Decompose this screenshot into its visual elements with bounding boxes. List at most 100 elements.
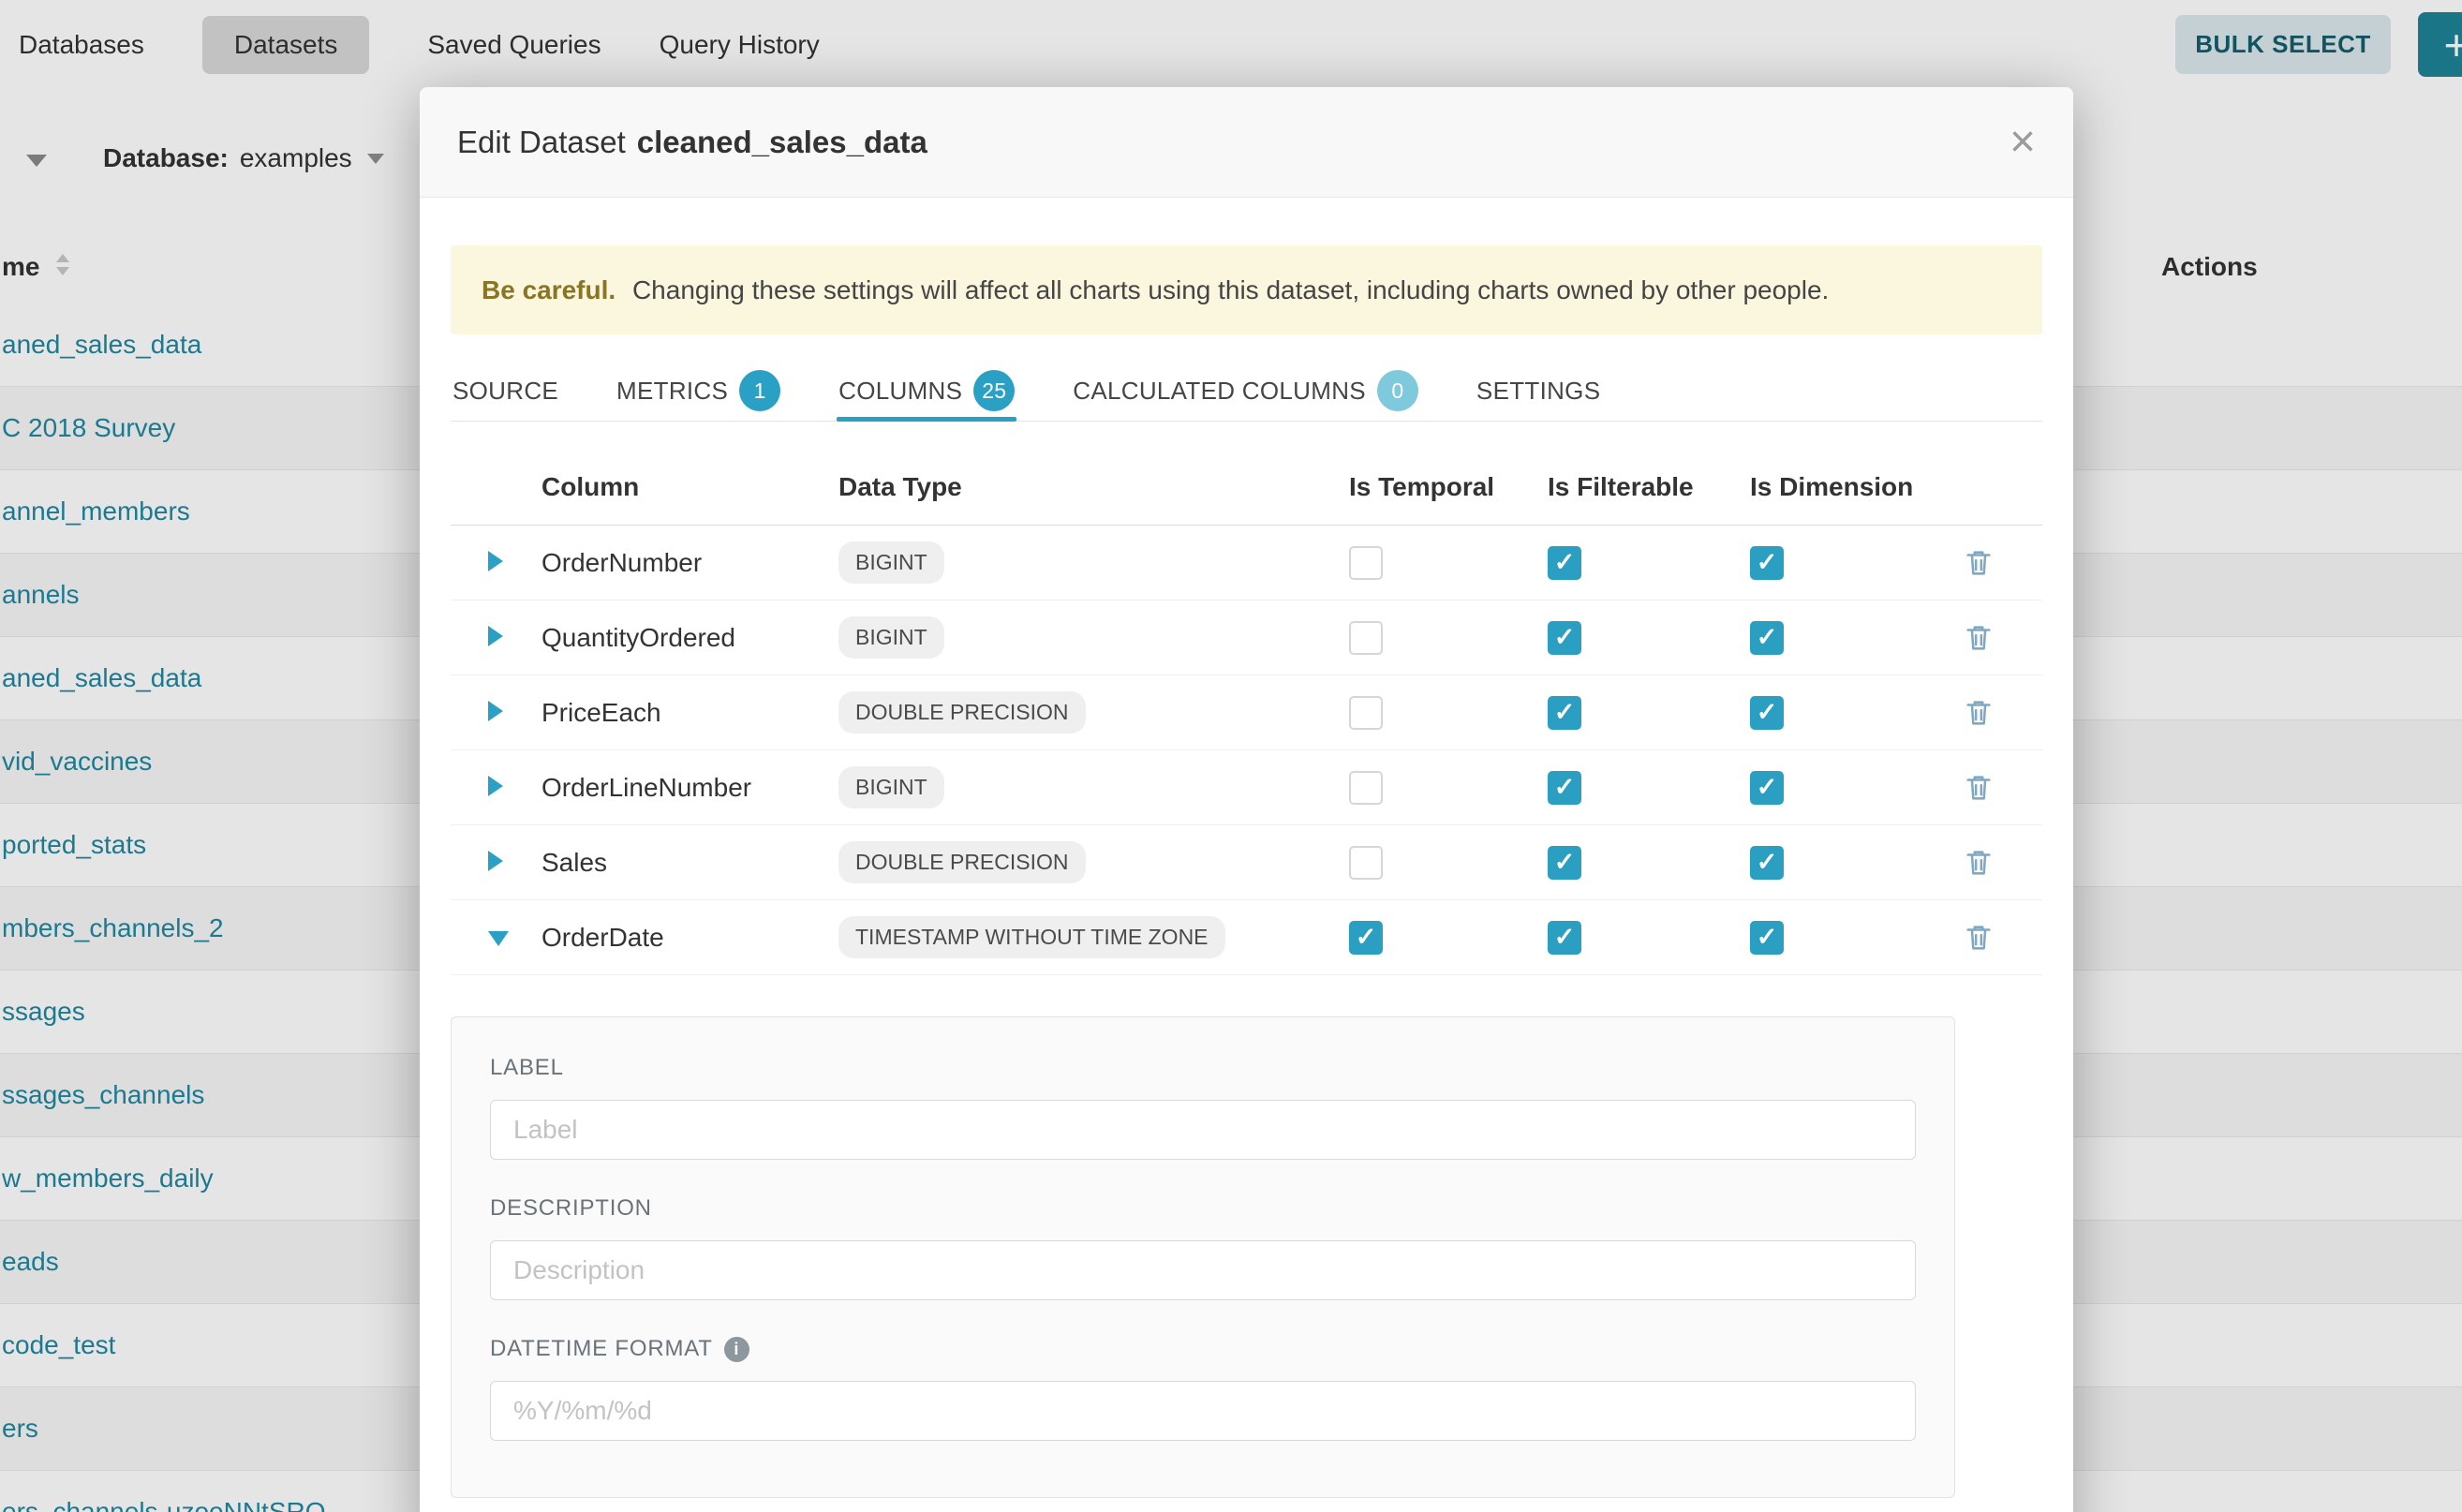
- is-filterable-checkbox-cell: ✓: [1548, 621, 1750, 655]
- is-dimension-checkbox[interactable]: ✓: [1750, 921, 1784, 955]
- tab-label: METRICS: [616, 377, 728, 406]
- is-temporal-checkbox[interactable]: [1349, 846, 1383, 880]
- label-field: LABEL: [490, 1055, 1916, 1160]
- tab-metrics[interactable]: METRICS 1: [615, 361, 782, 421]
- caret-cell: [451, 848, 541, 878]
- is-filterable-checkbox[interactable]: ✓: [1548, 771, 1581, 805]
- is-filterable-checkbox[interactable]: ✓: [1548, 921, 1581, 955]
- data-type-cell: BIGINT: [838, 541, 1349, 584]
- collapse-caret-icon[interactable]: [488, 931, 509, 946]
- expand-caret-icon[interactable]: [488, 851, 503, 871]
- is-dimension-checkbox[interactable]: ✓: [1750, 696, 1784, 730]
- tab-count-badge: 0: [1377, 370, 1418, 411]
- description-field-label: DESCRIPTION: [490, 1195, 1916, 1222]
- tab-columns[interactable]: COLUMNS25: [837, 361, 1016, 421]
- modal-tabs: SOURCE METRICS 1 COLUMNS25 CALCULATED COLUMN…: [451, 361, 2042, 422]
- is-filterable-checkbox-cell: ✓: [1548, 696, 1750, 730]
- is-dimension-checkbox[interactable]: ✓: [1750, 621, 1784, 655]
- datetime-format-input[interactable]: [490, 1381, 1916, 1441]
- datasets-page: DatabasesDatasetsSaved QueriesQuery Hist…: [0, 0, 2462, 1512]
- modal-title: Edit Datasetcleaned_sales_data: [457, 125, 927, 160]
- is-filterable-checkbox-cell: ✓: [1548, 921, 1750, 955]
- is-dimension-header: Is Dimension: [1750, 472, 1962, 502]
- is-dimension-checkbox-cell: ✓: [1750, 771, 1962, 805]
- delete-column-icon[interactable]: [1963, 772, 1995, 804]
- expand-caret-icon[interactable]: [488, 776, 503, 796]
- label-input[interactable]: [490, 1100, 1916, 1160]
- data-type-cell: TIMESTAMP WITHOUT TIME ZONE: [838, 916, 1349, 958]
- tab-settings[interactable]: SETTINGS: [1475, 361, 1602, 421]
- caret-cell: [451, 548, 541, 578]
- expand-caret-icon[interactable]: [488, 626, 503, 646]
- column-name: PriceEach: [541, 698, 838, 728]
- data-type-pill: DOUBLE PRECISION: [838, 841, 1086, 883]
- modal-body: Be careful. Changing these settings will…: [420, 245, 2073, 1498]
- column-name: OrderNumber: [541, 548, 838, 578]
- info-icon[interactable]: i: [724, 1337, 749, 1362]
- data-type-cell: BIGINT: [838, 766, 1349, 808]
- column-detail-panel: LABEL DESCRIPTION DATETIME FORMAT i: [451, 1016, 1955, 1498]
- column-row: QuantityOrderedBIGINT✓✓: [451, 600, 2042, 675]
- is-dimension-checkbox-cell: ✓: [1750, 621, 1962, 655]
- delete-column-icon[interactable]: [1963, 847, 1995, 879]
- is-temporal-checkbox-cell: [1349, 846, 1548, 880]
- is-dimension-checkbox-cell: ✓: [1750, 921, 1962, 955]
- column-row: OrderDateTIMESTAMP WITHOUT TIME ZONE ✓ ✓ ✓: [451, 900, 2042, 975]
- warning-text: Be careful. Changing these settings will…: [482, 275, 1829, 305]
- field-label-text: DESCRIPTION: [490, 1195, 652, 1222]
- label-field-label: LABEL: [490, 1055, 1916, 1081]
- is-filterable-checkbox-cell: ✓: [1548, 771, 1750, 805]
- data-type-pill: DOUBLE PRECISION: [838, 691, 1086, 734]
- is-dimension-checkbox[interactable]: ✓: [1750, 846, 1784, 880]
- column-row: OrderNumberBIGINT ✓ ✓: [451, 526, 2042, 600]
- data-type-header: Data Type: [838, 472, 1349, 502]
- actions-cell: [1962, 922, 2042, 954]
- delete-column-icon[interactable]: [1963, 697, 1995, 729]
- expand-caret-icon[interactable]: [488, 551, 503, 571]
- columns-table-body: OrderNumberBIGINT✓✓QuantityOrderedBIGINT…: [451, 526, 2042, 975]
- is-temporal-checkbox[interactable]: [1349, 546, 1383, 580]
- tab-count-badge: 25: [973, 370, 1015, 411]
- warning-rest: Changing these settings will affect all …: [632, 275, 1829, 304]
- is-filterable-checkbox[interactable]: ✓: [1548, 846, 1581, 880]
- actions-cell: [1962, 772, 2042, 804]
- columns-table: Column Data Type Is Temporal Is Filterab…: [451, 450, 2042, 975]
- is-dimension-checkbox[interactable]: ✓: [1750, 771, 1784, 805]
- data-type-pill: TIMESTAMP WITHOUT TIME ZONE: [838, 916, 1225, 958]
- delete-column-icon[interactable]: [1963, 547, 1995, 579]
- tab-source[interactable]: SOURCE: [451, 361, 560, 421]
- is-filterable-header: Is Filterable: [1548, 472, 1750, 502]
- delete-column-icon[interactable]: [1963, 622, 1995, 654]
- is-temporal-checkbox-cell: [1349, 621, 1548, 655]
- is-filterable-checkbox-cell: ✓: [1548, 546, 1750, 580]
- tab-label: CALCULATED COLUMNS: [1073, 377, 1366, 406]
- caret-cell: [451, 698, 541, 728]
- tab-count-badge: 1: [739, 370, 780, 411]
- is-temporal-checkbox[interactable]: [1349, 771, 1383, 805]
- is-temporal-checkbox-cell: ✓: [1349, 921, 1548, 955]
- is-filterable-checkbox[interactable]: ✓: [1548, 696, 1581, 730]
- datetime-format-field: DATETIME FORMAT i: [490, 1336, 1916, 1441]
- columns-table-header: Column Data Type Is Temporal Is Filterab…: [451, 450, 2042, 526]
- caret-cell: [451, 923, 541, 953]
- tab-calculated-columns[interactable]: CALCULATED COLUMNS 0: [1071, 361, 1420, 421]
- is-filterable-checkbox[interactable]: ✓: [1548, 546, 1581, 580]
- actions-cell: [1962, 697, 2042, 729]
- delete-column-icon[interactable]: [1963, 922, 1995, 954]
- is-temporal-checkbox[interactable]: [1349, 696, 1383, 730]
- close-icon[interactable]: ×: [2010, 120, 2036, 165]
- column-name: OrderLineNumber: [541, 773, 838, 803]
- warning-banner: Be careful. Changing these settings will…: [451, 245, 2042, 334]
- is-filterable-checkbox[interactable]: ✓: [1548, 621, 1581, 655]
- field-label-text: DATETIME FORMAT: [490, 1336, 713, 1362]
- is-dimension-checkbox[interactable]: ✓: [1750, 546, 1784, 580]
- description-input[interactable]: [490, 1240, 1916, 1300]
- is-temporal-checkbox[interactable]: [1349, 621, 1383, 655]
- expand-caret-icon[interactable]: [488, 701, 503, 721]
- column-name: OrderDate: [541, 923, 838, 953]
- is-temporal-checkbox[interactable]: ✓: [1349, 921, 1383, 955]
- description-field: DESCRIPTION: [490, 1195, 1916, 1300]
- column-name: Sales: [541, 848, 838, 878]
- is-temporal-header: Is Temporal: [1349, 472, 1548, 502]
- actions-cell: [1962, 847, 2042, 879]
